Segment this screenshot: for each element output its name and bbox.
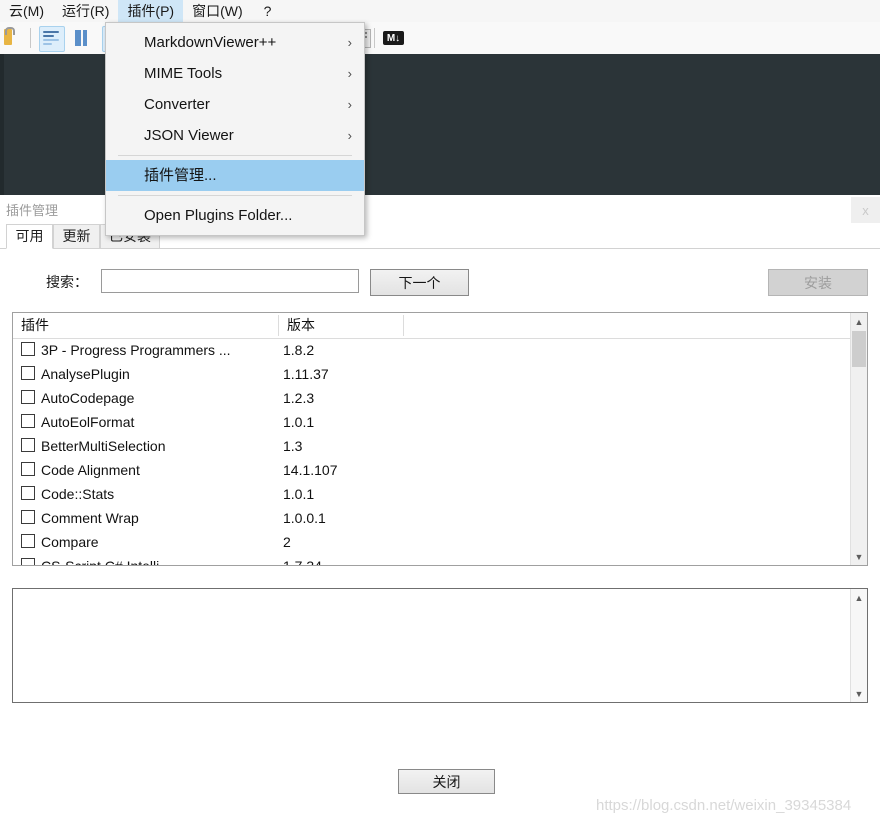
next-button[interactable]: 下一个 [370, 269, 469, 296]
search-label: 搜索： [46, 274, 88, 290]
menu-item-plugins[interactable]: 插件(P) [118, 0, 184, 22]
plugins-dropdown-menu: MarkdownViewer++ › MIME Tools › Converte… [105, 22, 365, 236]
tab-available[interactable]: 可用 [6, 224, 53, 249]
table-row[interactable]: AutoCodepage 1.2.3 [13, 386, 851, 410]
scroll-up-icon[interactable]: ▲ [851, 313, 867, 330]
plugin-version: 1.11.37 [283, 366, 329, 382]
menu-item-cloud[interactable]: 云(M) [0, 0, 53, 22]
menu-option-plugins-admin[interactable]: 插件管理... [106, 160, 364, 191]
close-button[interactable]: 关闭 [398, 769, 495, 794]
table-row[interactable]: Code::Stats 1.0.1 [13, 482, 851, 506]
watermark: https://blog.csdn.net/weixin_39345384 [596, 797, 852, 814]
plugin-name: AutoCodepage [41, 390, 135, 406]
plugin-admin-dialog: 插件管理 x 可用 更新 已安装 搜索： 下一个 安装 插件 版本 3P - P… [0, 195, 880, 823]
tab-updates[interactable]: 更新 [53, 224, 100, 248]
column-header-version[interactable]: 版本 [279, 313, 403, 338]
checkbox-icon[interactable] [21, 390, 35, 404]
install-button: 安装 [768, 269, 868, 296]
plugin-name: Compare [41, 534, 99, 550]
close-icon[interactable]: x [851, 197, 880, 223]
menu-item-help[interactable]: ? [252, 0, 284, 22]
plugin-version: 1.0.1 [283, 486, 315, 502]
plugin-description-panel[interactable]: ▲ ▼ [12, 588, 868, 703]
plugin-name: 3P - Progress Programmers ... [41, 342, 231, 358]
list-header: 插件 版本 [13, 313, 867, 339]
table-row[interactable]: Comment Wrap 1.0.0.1 [13, 506, 851, 530]
scroll-up-icon[interactable]: ▲ [851, 589, 867, 606]
scroll-down-icon[interactable]: ▼ [851, 548, 867, 565]
menu-divider [118, 155, 352, 156]
plugin-version: 1.0.1 [283, 414, 315, 430]
app-window: 云(M) 运行(R) 插件(P) 窗口(W) ? M↓ MarkdownView… [0, 0, 880, 823]
chevron-right-icon: › [347, 66, 352, 81]
plugin-name: AnalysePlugin [41, 366, 130, 382]
menu-option-label: Open Plugins Folder... [144, 207, 293, 224]
plugin-version: 1.2.3 [283, 390, 315, 406]
dialog-title: 插件管理 [6, 203, 59, 218]
search-input[interactable] [101, 269, 359, 293]
plugin-version: 1.8.2 [283, 342, 315, 358]
menu-bar: 云(M) 运行(R) 插件(P) 窗口(W) ? [0, 0, 880, 23]
plugin-version: 2 [283, 534, 291, 550]
table-row[interactable]: 3P - Progress Programmers ... 1.8.2 [13, 338, 851, 362]
plugin-version: 1.7.34 [283, 558, 322, 566]
checkbox-icon[interactable] [21, 366, 35, 380]
plugin-name: AutoEolFormat [41, 414, 135, 430]
menu-divider [118, 195, 352, 196]
table-row[interactable]: AnalysePlugin 1.11.37 [13, 362, 851, 386]
checkbox-icon[interactable] [21, 462, 35, 476]
plugin-name: Code Alignment [41, 462, 140, 478]
chevron-right-icon: › [347, 128, 352, 143]
checkbox-icon[interactable] [21, 558, 35, 565]
list-scrollbar[interactable]: ▲ ▼ [850, 313, 867, 565]
plugin-name: BetterMultiSelection [41, 438, 166, 454]
table-row[interactable]: CS-Script C# Intelli... 1.7.34 [13, 554, 851, 566]
plugin-rows: 3P - Progress Programmers ... 1.8.2 Anal… [13, 338, 851, 566]
checkbox-icon[interactable] [21, 342, 35, 356]
menu-option-open-plugins-folder[interactable]: Open Plugins Folder... [106, 200, 364, 231]
menu-option-label: 插件管理... [144, 167, 217, 184]
toolbar-icon-markdown[interactable]: M↓ [383, 26, 405, 50]
checkbox-icon[interactable] [21, 438, 35, 452]
menu-option-label: Converter [144, 96, 210, 113]
plugin-version: 14.1.107 [283, 462, 338, 478]
checkbox-icon[interactable] [21, 534, 35, 548]
toolbar-icon-partial[interactable] [0, 26, 20, 50]
menu-option-json-viewer[interactable]: JSON Viewer › [106, 120, 364, 151]
menu-option-converter[interactable]: Converter › [106, 89, 364, 120]
scrollbar-thumb[interactable] [852, 331, 866, 367]
menu-item-window[interactable]: 窗口(W) [183, 0, 252, 22]
menu-option-mime-tools[interactable]: MIME Tools › [106, 58, 364, 89]
chevron-right-icon: › [347, 35, 352, 50]
plugin-name: Comment Wrap [41, 510, 139, 526]
plugin-name: Code::Stats [41, 486, 115, 502]
checkbox-icon[interactable] [21, 510, 35, 524]
checkbox-icon[interactable] [21, 486, 35, 500]
editor-gutter [0, 54, 4, 195]
table-row[interactable]: Code Alignment 14.1.107 [13, 458, 851, 482]
menu-option-label: MIME Tools [144, 65, 223, 82]
chevron-right-icon: › [347, 97, 352, 112]
markdown-icon-label: M↓ [383, 31, 404, 45]
description-scrollbar[interactable]: ▲ ▼ [850, 589, 867, 702]
menu-item-run[interactable]: 运行(R) [53, 0, 118, 22]
scroll-down-icon[interactable]: ▼ [851, 685, 867, 702]
table-row[interactable]: BetterMultiSelection 1.3 [13, 434, 851, 458]
table-row[interactable]: Compare 2 [13, 530, 851, 554]
menu-option-label: JSON Viewer [144, 127, 234, 144]
table-row[interactable]: AutoEolFormat 1.0.1 [13, 410, 851, 434]
plugin-version: 1.3 [283, 438, 303, 454]
checkbox-icon[interactable] [21, 414, 35, 428]
toolbar-icon-indent[interactable] [39, 26, 65, 52]
toolbar-icon-pilcrow[interactable] [70, 26, 94, 50]
column-header-plugin[interactable]: 插件 [13, 313, 278, 338]
plugin-version: 1.0.0.1 [283, 510, 326, 526]
plugin-name: CS-Script C# Intelli... [41, 558, 171, 566]
menu-option-markdownviewer[interactable]: MarkdownViewer++ › [106, 27, 364, 58]
plugin-list[interactable]: 插件 版本 3P - Progress Programmers ... 1.8.… [12, 312, 868, 566]
menu-option-label: MarkdownViewer++ [144, 34, 277, 51]
